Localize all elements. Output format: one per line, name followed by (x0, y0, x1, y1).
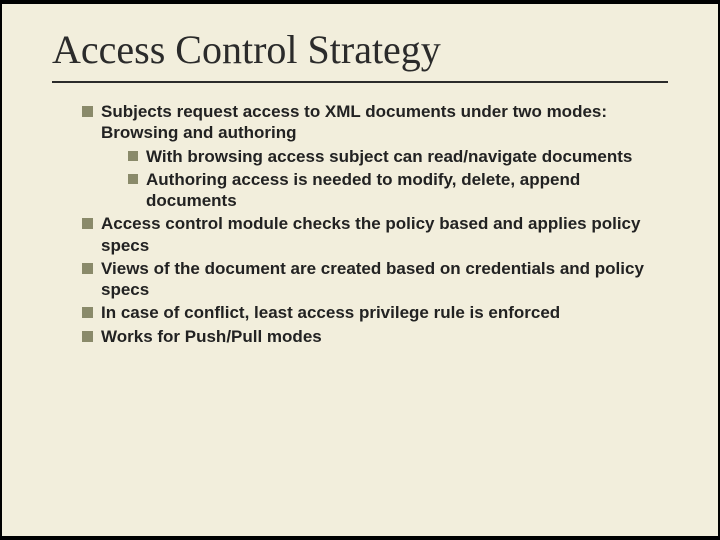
bullet-item: Authoring access is needed to modify, de… (128, 169, 658, 212)
bullet-text: Views of the document are created based … (101, 258, 658, 301)
square-bullet-icon (82, 106, 93, 117)
square-bullet-icon (82, 307, 93, 318)
bullet-item: Access control module checks the policy … (82, 213, 658, 256)
square-bullet-icon (128, 174, 138, 184)
bullet-text: Subjects request access to XML documents… (101, 101, 658, 144)
bullet-item: Works for Push/Pull modes (82, 326, 658, 347)
bullet-text: With browsing access subject can read/na… (146, 146, 632, 167)
slide-title: Access Control Strategy (52, 26, 668, 83)
bullet-item: Views of the document are created based … (82, 258, 658, 301)
square-bullet-icon (128, 151, 138, 161)
slide: Access Control Strategy Subjects request… (2, 4, 718, 536)
square-bullet-icon (82, 218, 93, 229)
square-bullet-icon (82, 263, 93, 274)
bullet-item: With browsing access subject can read/na… (128, 146, 658, 167)
slide-content: Subjects request access to XML documents… (52, 101, 668, 347)
square-bullet-icon (82, 331, 93, 342)
sub-list: With browsing access subject can read/na… (82, 146, 658, 212)
bullet-item: Subjects request access to XML documents… (82, 101, 658, 144)
bullet-text: Authoring access is needed to modify, de… (146, 169, 658, 212)
bullet-text: Access control module checks the policy … (101, 213, 658, 256)
bullet-item: In case of conflict, least access privil… (82, 302, 658, 323)
bullet-text: In case of conflict, least access privil… (101, 302, 560, 323)
bullet-text: Works for Push/Pull modes (101, 326, 322, 347)
